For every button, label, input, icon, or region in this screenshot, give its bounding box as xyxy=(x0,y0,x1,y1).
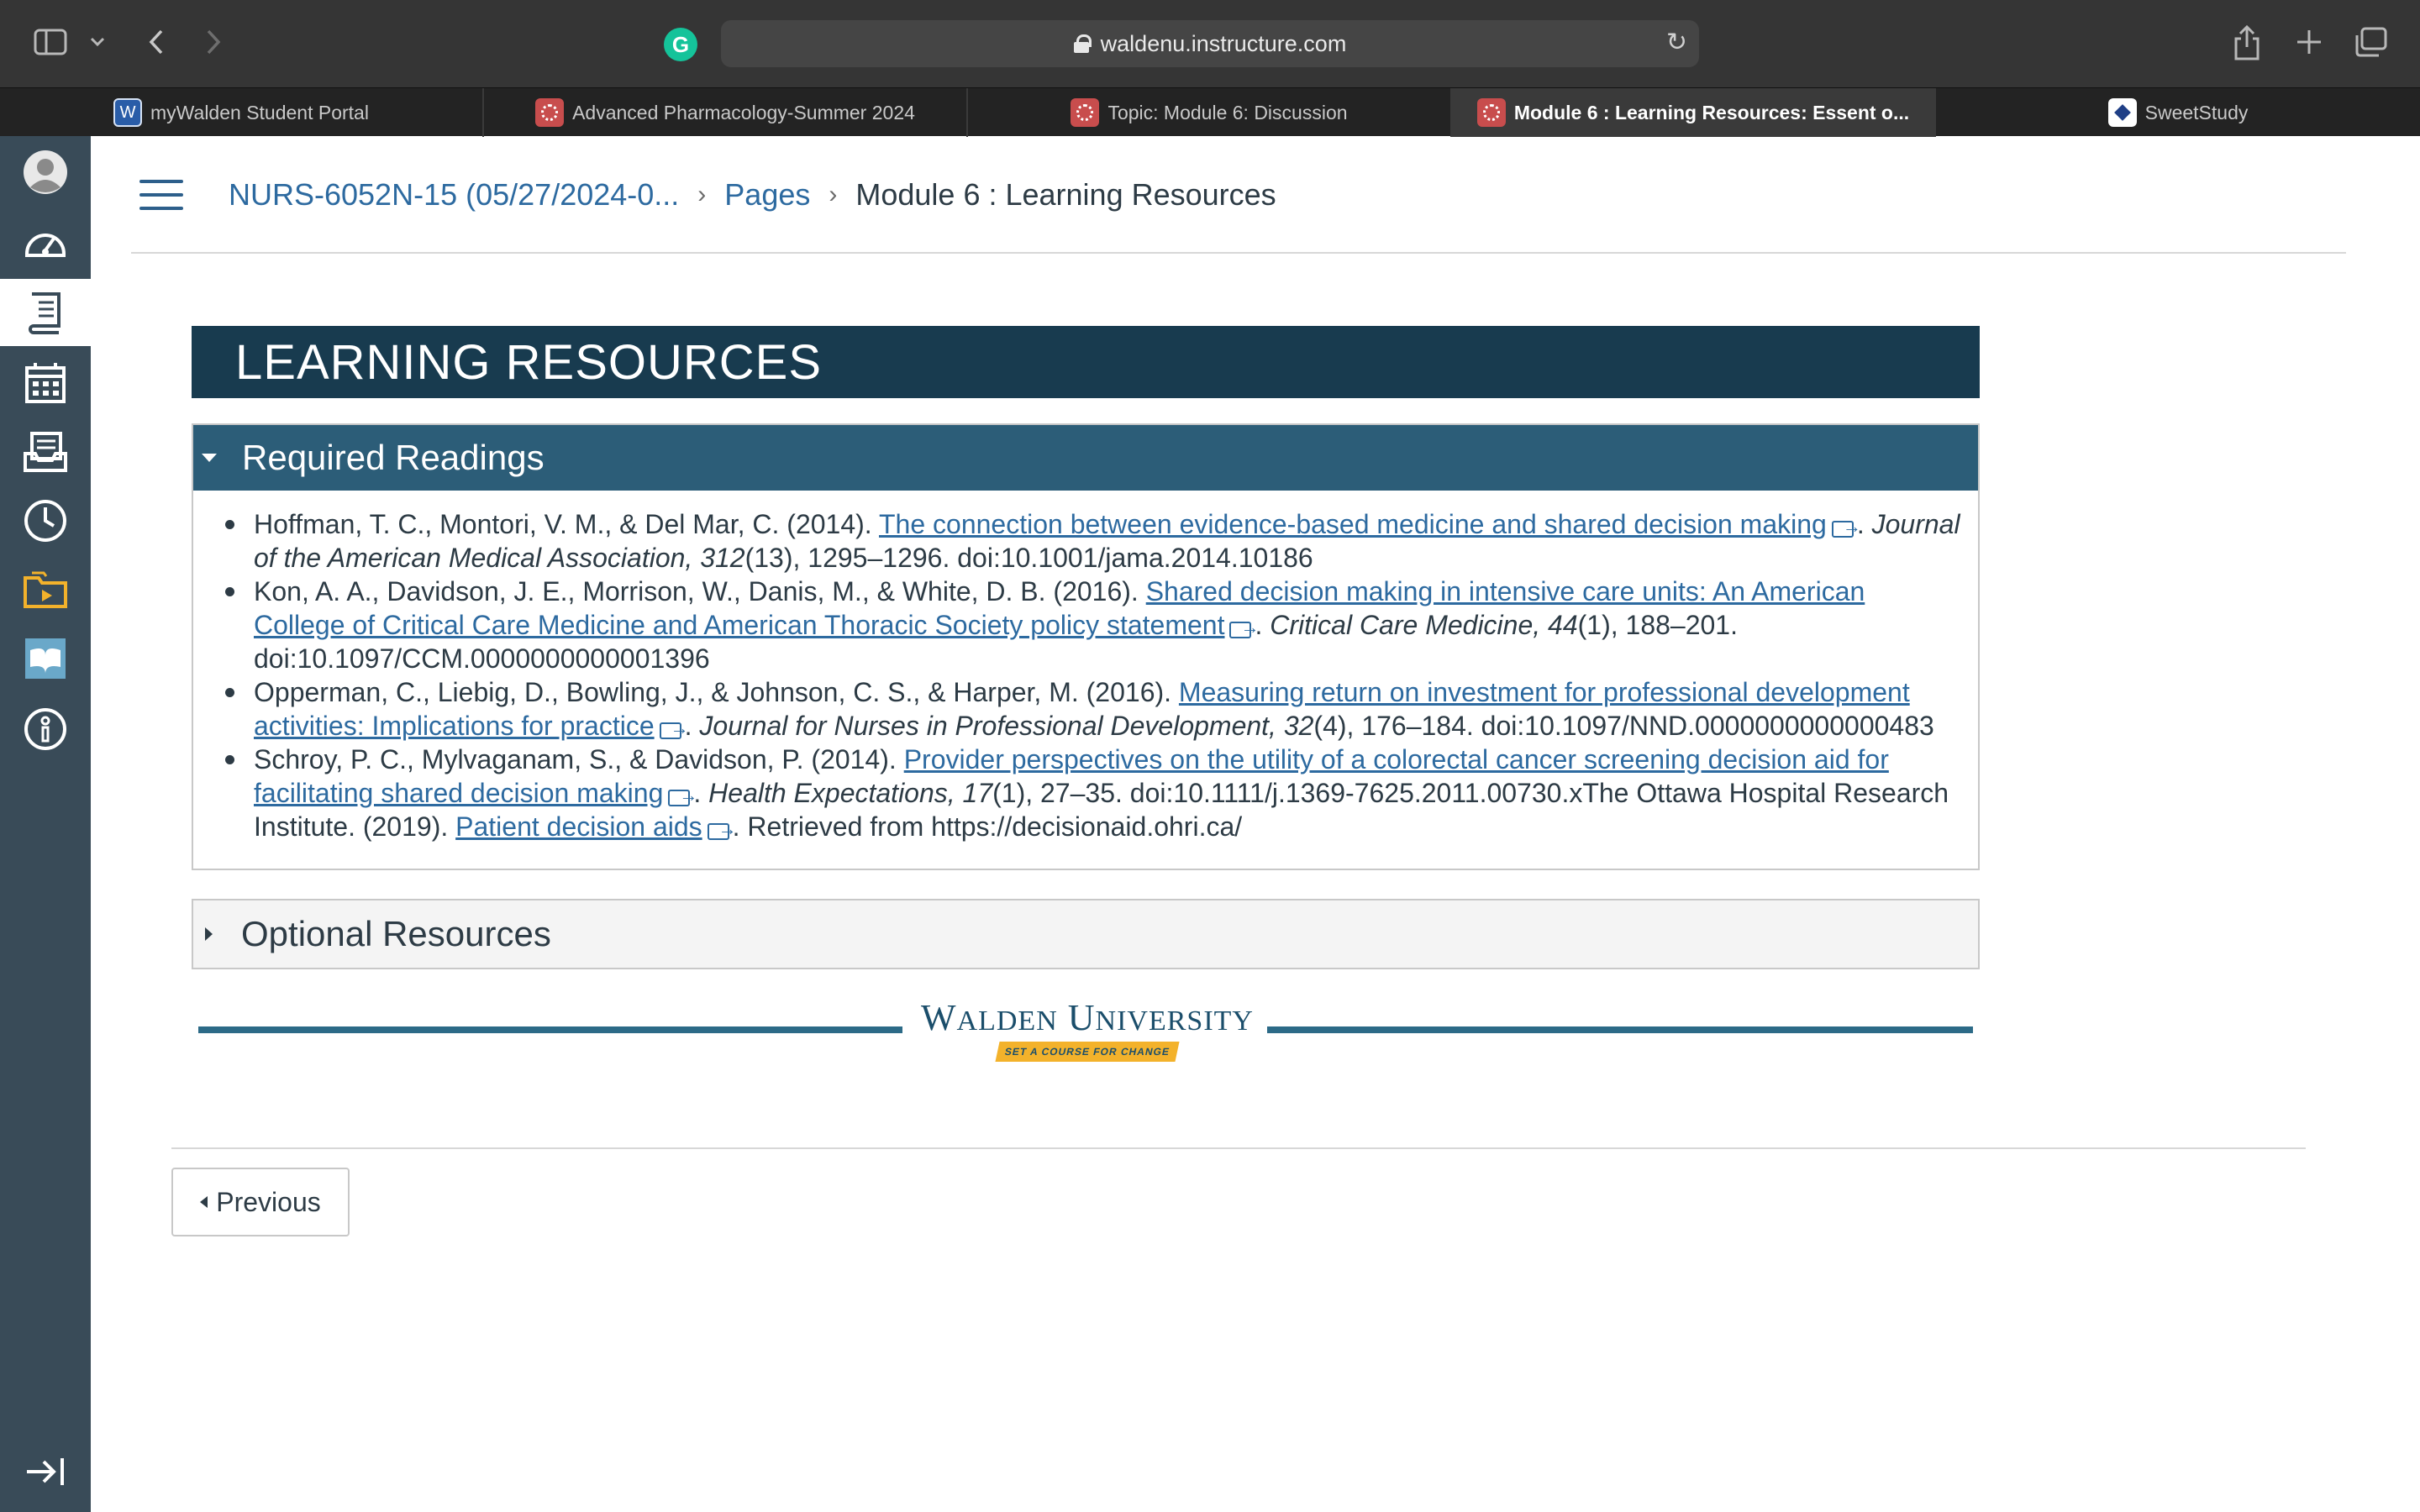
breadcrumb: NURS-6052N-15 (05/27/2024-0... › Pages ›… xyxy=(229,173,1276,217)
page-title-banner: LEARNING RESOURCES xyxy=(192,326,1980,398)
reading-authors: Schroy, P. C., Mylvaganam, S., & Davidso… xyxy=(254,744,904,774)
tab-learning-resources[interactable]: Module 6 : Learning Resources: Essent o.… xyxy=(1452,88,1936,137)
required-readings-title: Required Readings xyxy=(242,438,544,477)
canvas-favicon-icon xyxy=(1071,98,1100,127)
tab-label: Module 6 : Learning Resources: Essent o.… xyxy=(1513,101,1910,123)
breadcrumb-separator-icon: › xyxy=(697,181,707,208)
sweetstudy-favicon-icon xyxy=(2107,98,2137,127)
new-tab-icon[interactable] xyxy=(2292,25,2326,59)
caret-down-icon xyxy=(202,454,217,462)
external-link-icon[interactable] xyxy=(668,779,697,812)
address-url[interactable]: waldenu.instructure.com xyxy=(1101,31,1347,57)
caret-left-icon xyxy=(200,1196,208,1208)
external-link-icon[interactable] xyxy=(1831,510,1861,543)
reading-item: Schroy, P. C., Mylvaganam, S., & Davidso… xyxy=(225,743,1961,846)
tab-overview-icon[interactable] xyxy=(2353,25,2388,59)
required-readings-panel: Required Readings Hoffman, T. C., Montor… xyxy=(192,423,1980,870)
nav-dashboard-icon[interactable] xyxy=(0,210,91,277)
reading-link[interactable]: The connection between evidence-based me… xyxy=(879,509,1827,539)
tab-label: Advanced Pharmacology-Summer 2024 xyxy=(572,101,915,123)
walden-logo-tagline: SET A COURSE FOR CHANGE xyxy=(995,1042,1180,1062)
reading-authors: Kon, A. A., Davidson, J. E., Morrison, W… xyxy=(254,576,1146,606)
breadcrumb-course-link[interactable]: NURS-6052N-15 (05/27/2024-0... xyxy=(229,177,679,213)
reading-journal: Critical Care Medicine, 44 xyxy=(1270,610,1578,640)
walden-logo-wordmark: WALDEN UNIVERSITY xyxy=(921,997,1254,1038)
external-link-icon[interactable] xyxy=(1229,611,1259,644)
nav-calendar-icon[interactable] xyxy=(0,349,91,417)
footer-rule-right xyxy=(1267,1026,1973,1033)
back-icon[interactable] xyxy=(141,25,171,59)
reading-retrieved-from: . Retrieved from https://decisionaid.ohr… xyxy=(732,811,1243,842)
walden-favicon-icon: W xyxy=(113,98,143,127)
grammarly-extension-icon[interactable]: G xyxy=(664,28,697,61)
collapse-nav-icon[interactable] xyxy=(0,1438,91,1505)
reading-authors: Opperman, C., Liebig, D., Bowling, J., &… xyxy=(254,677,1179,707)
patient-decision-aids-link[interactable]: Patient decision aids xyxy=(455,811,702,842)
sidebar-toggle-icon[interactable] xyxy=(32,27,69,57)
reading-citation: (4), 176–184. doi:10.1097/NND.0000000000… xyxy=(1313,711,1934,741)
nav-help-icon[interactable] xyxy=(0,696,91,763)
reading-journal: Health Expectations, 17 xyxy=(708,778,993,808)
breadcrumb-current-page: Module 6 : Learning Resources xyxy=(855,177,1276,212)
reload-icon[interactable]: ↻ xyxy=(1666,30,1687,55)
canvas-favicon-icon xyxy=(535,98,565,127)
reading-item: Hoffman, T. C., Montori, V. M., & Del Ma… xyxy=(225,507,1961,575)
caret-right-icon xyxy=(205,927,213,941)
reading-citation: (13), 1295–1296. doi:10.1001/jama.2014.1… xyxy=(744,543,1313,573)
tab-label: myWalden Student Portal xyxy=(150,101,369,123)
lock-icon xyxy=(1073,34,1092,53)
nav-account-icon[interactable] xyxy=(0,136,91,208)
chevron-down-icon[interactable] xyxy=(87,32,108,52)
tab-sweetstudy[interactable]: SweetStudy xyxy=(1936,88,2420,137)
tab-strip: W myWalden Student Portal Advanced Pharm… xyxy=(0,87,2420,137)
browser-toolbar: G waldenu.instructure.com ↻ xyxy=(0,0,2420,87)
global-navigation xyxy=(0,136,91,1512)
required-readings-toggle[interactable]: Required Readings xyxy=(193,425,1978,491)
reading-journal: Journal for Nurses in Professional Devel… xyxy=(699,711,1314,741)
nav-history-icon[interactable] xyxy=(0,487,91,554)
tab-module-6-discussion[interactable]: Topic: Module 6: Discussion xyxy=(968,88,1452,137)
nav-inbox-icon[interactable] xyxy=(0,418,91,486)
forward-icon[interactable] xyxy=(198,25,229,59)
reading-authors: Hoffman, T. C., Montori, V. M., & Del Ma… xyxy=(254,509,879,539)
share-icon[interactable] xyxy=(2228,24,2265,62)
reading-item: Kon, A. A., Davidson, J. E., Morrison, W… xyxy=(225,575,1961,675)
breadcrumb-separator-icon: › xyxy=(829,181,838,208)
optional-resources-toggle[interactable]: Optional Resources xyxy=(192,899,1980,969)
reading-item: Opperman, C., Liebig, D., Bowling, J., &… xyxy=(225,675,1961,745)
nav-courses-icon[interactable] xyxy=(0,279,91,346)
tab-mywalden[interactable]: W myWalden Student Portal xyxy=(0,88,484,137)
breadcrumb-pages-link[interactable]: Pages xyxy=(724,177,810,213)
readings-list: Hoffman, T. C., Montori, V. M., & Del Ma… xyxy=(193,491,1978,846)
page-title: LEARNING RESOURCES xyxy=(235,334,823,390)
external-link-icon[interactable] xyxy=(659,711,689,745)
footer-rule-left xyxy=(198,1026,902,1033)
canvas-favicon-icon xyxy=(1476,98,1506,127)
course-menu-toggle-icon[interactable] xyxy=(139,180,183,210)
previous-button[interactable]: Previous xyxy=(171,1168,350,1236)
external-link-icon[interactable] xyxy=(707,812,737,846)
optional-resources-title: Optional Resources xyxy=(241,914,551,953)
tab-label: SweetStudy xyxy=(2144,101,2249,123)
header-divider xyxy=(131,252,2346,254)
nav-wellness-icon[interactable] xyxy=(0,625,91,692)
previous-button-label: Previous xyxy=(216,1186,321,1217)
nav-studio-icon[interactable] xyxy=(0,556,91,623)
footer-divider xyxy=(171,1147,2306,1149)
walden-university-logo: WALDEN UNIVERSITY SET A COURSE FOR CHANG… xyxy=(919,997,1255,1062)
address-bar[interactable]: waldenu.instructure.com ↻ xyxy=(721,20,1699,67)
tab-label: Topic: Module 6: Discussion xyxy=(1107,101,1348,123)
tab-advanced-pharmacology[interactable]: Advanced Pharmacology-Summer 2024 xyxy=(484,88,968,137)
